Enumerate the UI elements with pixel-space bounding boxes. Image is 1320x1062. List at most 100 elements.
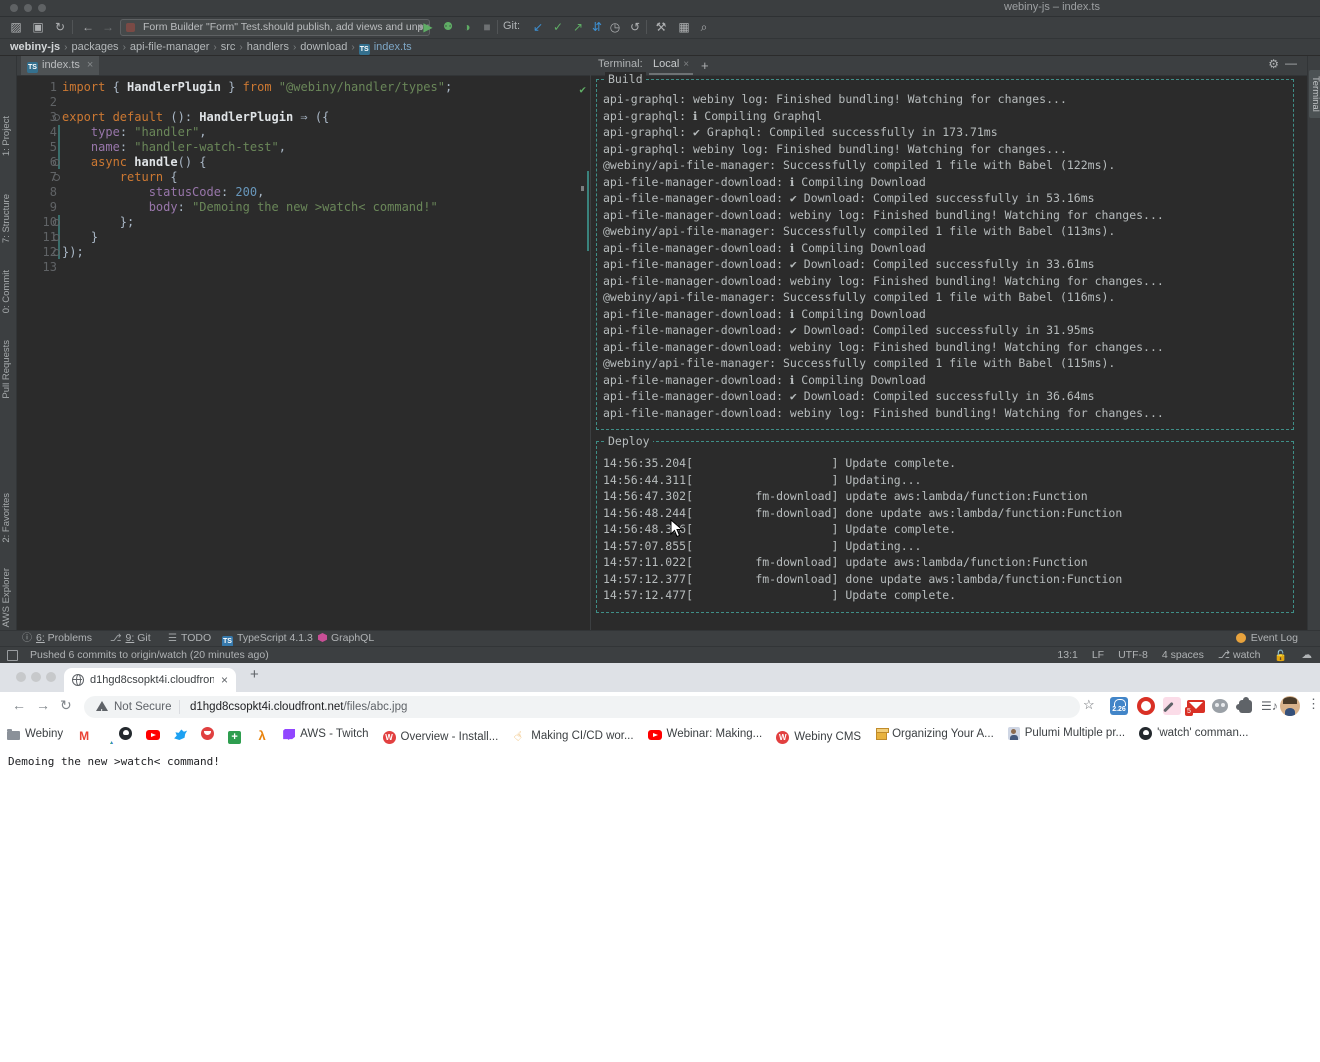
open-folder-icon[interactable]: ▨	[8, 19, 24, 35]
fold-marker[interactable]	[53, 219, 60, 226]
security-label[interactable]: Not Secure	[114, 696, 172, 718]
page-content: Demoing the new >watch< command!	[0, 744, 1320, 1062]
new-terminal-icon[interactable]: +	[701, 58, 709, 73]
encoding[interactable]: UTF-8	[1118, 649, 1148, 662]
breadcrumb-separator: ›	[64, 40, 67, 56]
toolwindow-todo[interactable]: ☰TODO	[168, 632, 211, 645]
toolwindow-problems[interactable]: ⓘ6: Problems	[22, 632, 92, 645]
browser-menu-icon[interactable]: ⋮	[1307, 696, 1320, 712]
git-push-icon[interactable]: ↗	[570, 19, 586, 35]
bookmark-twitter[interactable]	[174, 723, 187, 745]
settings-wrench-icon[interactable]: ⚒	[653, 19, 669, 35]
browser-zoom-button[interactable]	[46, 672, 56, 682]
close-icon[interactable]: ×	[683, 59, 689, 70]
reload-icon[interactable]: ↻	[60, 697, 72, 714]
extension-mail-icon[interactable]: 5	[1187, 700, 1205, 713]
save-icon[interactable]: ▣	[30, 19, 46, 35]
run-with-coverage-button[interactable]: ◑	[459, 19, 475, 35]
breadcrumb-item[interactable]: api-file-manager	[130, 39, 209, 55]
line-ending[interactable]: LF	[1092, 649, 1104, 662]
git-commit-icon[interactable]: ✓	[550, 19, 566, 35]
inspections-ok-icon[interactable]: ✔	[579, 82, 586, 97]
cloud-sync-icon[interactable]: ☁	[1302, 649, 1313, 662]
extension-session-icon[interactable]	[1212, 699, 1228, 713]
caret-position[interactable]: 13:1	[1057, 649, 1077, 662]
sync-icon[interactable]: ↻	[52, 19, 68, 35]
toolwindow-frame-icon[interactable]: ▦	[676, 19, 692, 35]
bookmark--watch-comman[interactable]: 'watch' comman...	[1139, 722, 1248, 744]
history-icon[interactable]: ◷	[607, 19, 623, 35]
editor-tab-index-ts[interactable]: TSindex.ts×	[21, 56, 99, 75]
fold-marker[interactable]	[53, 249, 60, 256]
code-editor[interactable]: 12345678910111213 import { HandlerPlugin…	[17, 76, 590, 630]
bookmark-github[interactable]	[119, 722, 132, 744]
browser-tabstrip: d1hgd8csopkt4i.cloudfront.ne × +	[0, 663, 1320, 692]
forward-icon[interactable]: →	[36, 697, 50, 713]
breadcrumb-item[interactable]: webiny-js	[10, 39, 60, 55]
stop-button[interactable]: ■	[479, 19, 495, 35]
run-button[interactable]: ▶	[420, 19, 436, 35]
fold-marker[interactable]	[53, 234, 60, 241]
terminal-tab-local[interactable]: Local×	[649, 56, 693, 75]
address-bar[interactable]: Not Secure d1hgd8csopkt4i.cloudfront.net…	[84, 696, 1080, 718]
extension-aws-icon[interactable]: 2.26	[1110, 697, 1128, 715]
build-log-line: api-file-manager-download: webiny log: F…	[603, 207, 1293, 224]
bookmark-webiny[interactable]: Webiny	[7, 723, 63, 745]
bookmark-webinar-making[interactable]: Webinar: Making...	[648, 723, 763, 745]
run-configuration-select[interactable]: Form Builder "Form" Test.should publish,…	[120, 19, 430, 36]
bookmark-pulumi-multiple-pr[interactable]: Pulumi Multiple pr...	[1008, 722, 1125, 744]
search-everywhere-icon[interactable]: ⌕	[696, 19, 712, 35]
bookmark-youtube[interactable]	[146, 723, 160, 745]
extensions-puzzle-icon[interactable]	[1239, 700, 1252, 713]
breadcrumb-item[interactable]: download	[300, 39, 347, 55]
minimize-icon[interactable]: —	[1285, 56, 1297, 70]
new-tab-button[interactable]: +	[250, 666, 259, 683]
forward-icon[interactable]: →	[100, 19, 116, 35]
bookmark-organizing-your-a[interactable]: Organizing Your A...	[875, 723, 994, 745]
extension-playlist-icon[interactable]: ☰♪	[1261, 697, 1279, 715]
close-icon[interactable]: ×	[221, 668, 228, 692]
code-token: import	[62, 80, 105, 94]
fold-marker[interactable]	[53, 159, 60, 166]
git-fetch-icon[interactable]: ⇵	[589, 19, 605, 35]
avatar[interactable]	[1280, 696, 1300, 716]
code-token: () {	[178, 155, 207, 169]
toolwindow-graphql[interactable]: GraphQL	[318, 632, 374, 645]
fold-marker[interactable]	[53, 114, 60, 121]
sidebar-item--project[interactable]: 1: Project	[1, 116, 12, 156]
toolwindow-typescript[interactable]: TSTypeScript 4.1.3	[222, 632, 313, 645]
git-branch-widget[interactable]: ⎇watch	[1218, 649, 1261, 662]
list-icon: ☰	[168, 632, 177, 645]
bookmark-aws-twitch[interactable]: AWS - Twitch	[283, 723, 368, 745]
debug-button[interactable]: ⚉	[440, 19, 456, 35]
breadcrumb-item[interactable]: packages	[71, 39, 118, 55]
breadcrumb-item[interactable]: handlers	[247, 39, 289, 55]
event-log-button[interactable]: Event Log	[1236, 632, 1298, 645]
fold-marker[interactable]	[53, 174, 60, 181]
sidebar-item-aws-explorer[interactable]: AWS Explorer	[1, 568, 12, 627]
browser-tab[interactable]: d1hgd8csopkt4i.cloudfront.ne ×	[64, 668, 236, 692]
sidebar-item-pull-requests[interactable]: Pull Requests	[1, 340, 12, 399]
back-icon[interactable]: ←	[12, 697, 26, 713]
indent-setting[interactable]: 4 spaces	[1162, 649, 1204, 662]
back-icon[interactable]: ←	[80, 19, 96, 35]
sidebar-item-terminal[interactable]: Terminal	[1309, 70, 1320, 118]
rollback-icon[interactable]: ↺	[627, 19, 643, 35]
breadcrumb-item[interactable]: TSindex.ts	[359, 39, 412, 55]
extension-adblock-icon[interactable]	[1137, 697, 1155, 715]
sidebar-item--structure[interactable]: 7: Structure	[1, 194, 12, 243]
breadcrumb-item[interactable]: src	[221, 39, 236, 55]
toolwindow-toggle-icon[interactable]	[7, 650, 18, 661]
browser-minimize-button[interactable]	[31, 672, 41, 682]
bookmark-star-icon[interactable]: ☆	[1083, 697, 1095, 713]
sidebar-item--favorites[interactable]: 2: Favorites	[1, 493, 12, 543]
close-icon[interactable]: ×	[87, 59, 93, 71]
extension-colorpicker-icon[interactable]	[1163, 697, 1181, 715]
bookmark-reddot[interactable]	[201, 722, 214, 744]
browser-close-button[interactable]	[16, 672, 26, 682]
gear-icon[interactable]: ⚙	[1268, 57, 1279, 71]
lock-icon[interactable]: 🔓	[1274, 649, 1287, 662]
git-update-icon[interactable]: ↙	[530, 19, 546, 35]
sidebar-item--commit[interactable]: 0: Commit	[1, 270, 12, 313]
toolwindow-git[interactable]: ⎇9: Git	[110, 632, 151, 645]
